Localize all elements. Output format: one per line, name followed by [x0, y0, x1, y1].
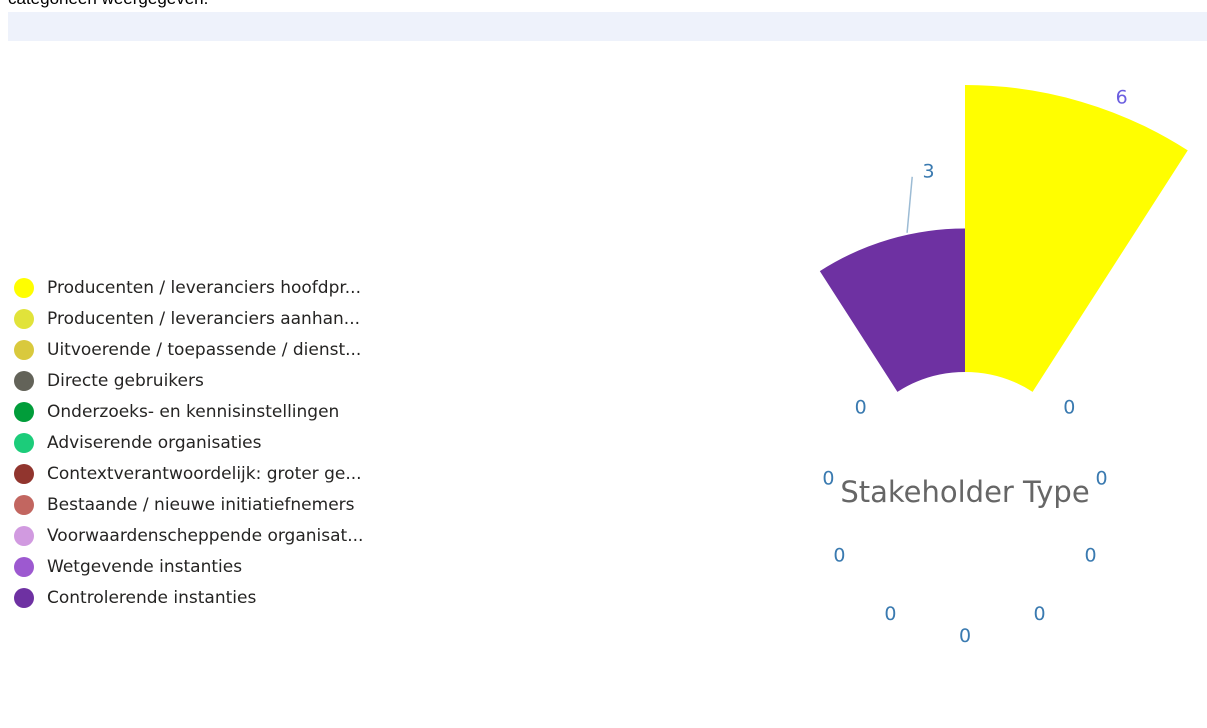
data-label: 6	[1116, 87, 1128, 109]
data-label: 0	[1063, 397, 1075, 419]
stakeholder-type-chart: 6 0 0 0 0 0 0 0 0 0 3 Stakeholder Type	[819, 85, 1188, 647]
data-label: 3	[923, 161, 935, 183]
chart-title: Stakeholder Type	[840, 475, 1089, 509]
data-label: 0	[822, 467, 834, 489]
data-label: 0	[1096, 467, 1108, 489]
data-label: 0	[1034, 603, 1046, 625]
data-label: 0	[855, 397, 867, 419]
data-label: 0	[884, 603, 896, 625]
leader-line	[906, 176, 913, 233]
data-label: 0	[1084, 544, 1096, 566]
data-label: 0	[833, 544, 845, 566]
chart-slice[interactable]	[819, 228, 965, 392]
chart-slice[interactable]	[965, 85, 1188, 392]
data-label: 0	[959, 625, 971, 647]
